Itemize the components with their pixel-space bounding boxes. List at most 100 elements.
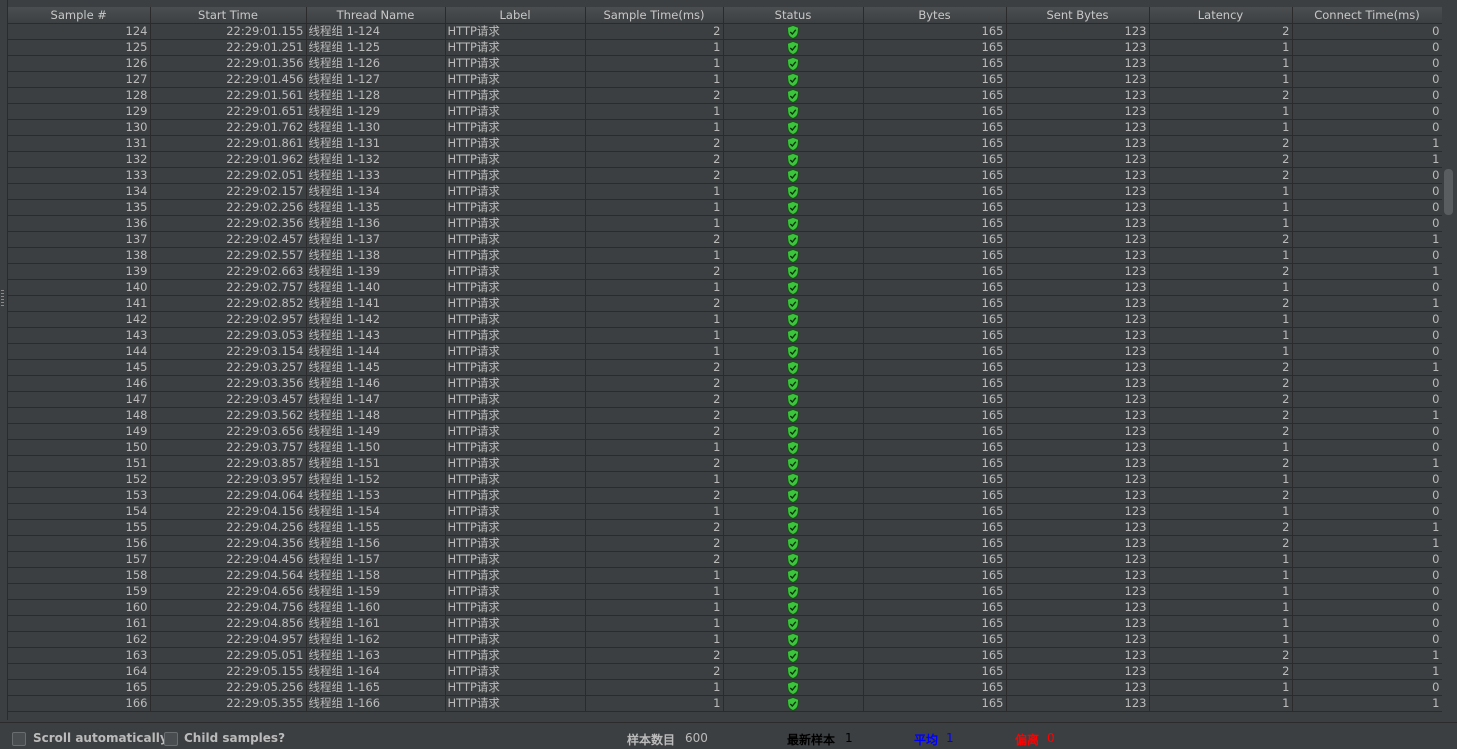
table-row[interactable]: 161 22:29:04.856 线程组 1-161 HTTP请求 1 165 123 1 0 [8,615,1442,632]
table-row[interactable]: 143 22:29:03.053 线程组 1-143 HTTP请求 1 165 123 1 0 [8,327,1442,344]
cell-bytes: 165 [863,599,1007,616]
cell-latency: 2 [1149,231,1293,248]
table-row[interactable]: 125 22:29:01.251 线程组 1-125 HTTP请求 1 165 123 1 0 [8,39,1442,56]
cell-sample-number: 142 [8,311,151,328]
col-header-thread-name[interactable]: Thread Name [306,7,446,24]
table-row[interactable]: 145 22:29:03.257 线程组 1-145 HTTP请求 2 165 123 2 1 [8,359,1442,376]
table-row[interactable]: 131 22:29:01.861 线程组 1-131 HTTP请求 2 165 123 2 1 [8,135,1442,152]
table-row[interactable]: 157 22:29:04.456 线程组 1-157 HTTP请求 2 165 123 1 0 [8,551,1442,568]
cell-bytes: 165 [863,119,1007,136]
child-samples-checkbox[interactable] [164,732,178,746]
cell-start-time: 22:29:02.663 [150,263,307,280]
cell-sent-bytes: 123 [1006,519,1150,536]
table-row[interactable]: 126 22:29:01.356 线程组 1-126 HTTP请求 1 165 123 1 0 [8,55,1442,72]
cell-status [723,471,864,488]
cell-start-time: 22:29:03.757 [150,439,307,456]
table-row[interactable]: 142 22:29:02.957 线程组 1-142 HTTP请求 1 165 123 1 0 [8,311,1442,328]
table-row[interactable]: 141 22:29:02.852 线程组 1-141 HTTP请求 2 165 123 2 1 [8,295,1442,312]
cell-start-time: 22:29:01.251 [150,39,307,56]
status-success-shield-icon [787,40,799,55]
vertical-scrollbar[interactable] [1442,7,1457,715]
table-row[interactable]: 129 22:29:01.651 线程组 1-129 HTTP请求 1 165 123 1 0 [8,103,1442,120]
status-success-shield-icon [787,136,799,151]
col-header-sample-number[interactable]: Sample # [8,7,151,24]
table-row[interactable]: 124 22:29:01.155 线程组 1-124 HTTP请求 2 165 123 2 0 [8,23,1442,40]
cell-start-time: 22:29:03.562 [150,407,307,424]
cell-status [723,551,864,568]
table-row[interactable]: 163 22:29:05.051 线程组 1-163 HTTP请求 2 165 123 2 1 [8,647,1442,664]
table-row[interactable]: 166 22:29:05.355 线程组 1-166 HTTP请求 1 165 123 1 1 [8,695,1442,712]
table-row[interactable]: 136 22:29:02.356 线程组 1-136 HTTP请求 1 165 123 1 0 [8,215,1442,232]
cell-connect-time: 1 [1292,231,1442,248]
cell-start-time: 22:29:01.861 [150,135,307,152]
cell-bytes: 165 [863,551,1007,568]
col-header-sent-bytes[interactable]: Sent Bytes [1006,7,1150,24]
table-row[interactable]: 144 22:29:03.154 线程组 1-144 HTTP请求 1 165 123 1 0 [8,343,1442,360]
cell-start-time: 22:29:01.651 [150,103,307,120]
table-row[interactable]: 158 22:29:04.564 线程组 1-158 HTTP请求 1 165 123 1 0 [8,567,1442,584]
cell-start-time: 22:29:02.457 [150,231,307,248]
cell-label: HTTP请求 [445,23,586,40]
col-header-status[interactable]: Status [723,7,864,24]
cell-status [723,663,864,680]
left-splitter-handle[interactable] [0,0,8,720]
col-header-bytes[interactable]: Bytes [863,7,1007,24]
table-row[interactable]: 149 22:29:03.656 线程组 1-149 HTTP请求 2 165 123 2 0 [8,423,1442,440]
cell-sample-time: 2 [585,455,724,472]
table-row[interactable]: 130 22:29:01.762 线程组 1-130 HTTP请求 1 165 123 1 0 [8,119,1442,136]
table-row[interactable]: 128 22:29:01.561 线程组 1-128 HTTP请求 2 165 123 2 0 [8,87,1442,104]
cell-connect-time: 0 [1292,343,1442,360]
table-row[interactable]: 156 22:29:04.356 线程组 1-156 HTTP请求 2 165 123 2 1 [8,535,1442,552]
status-success-shield-icon [787,472,799,487]
table-row[interactable]: 154 22:29:04.156 线程组 1-154 HTTP请求 1 165 123 1 0 [8,503,1442,520]
table-row[interactable]: 139 22:29:02.663 线程组 1-139 HTTP请求 2 165 123 2 1 [8,263,1442,280]
table-row[interactable]: 164 22:29:05.155 线程组 1-164 HTTP请求 2 165 123 2 1 [8,663,1442,680]
cell-bytes: 165 [863,391,1007,408]
table-row[interactable]: 155 22:29:04.256 线程组 1-155 HTTP请求 2 165 123 2 1 [8,519,1442,536]
cell-sample-time: 2 [585,135,724,152]
table-row[interactable]: 134 22:29:02.157 线程组 1-134 HTTP请求 1 165 123 1 0 [8,183,1442,200]
table-row[interactable]: 147 22:29:03.457 线程组 1-147 HTTP请求 2 165 123 2 0 [8,391,1442,408]
cell-thread-name: 线程组 1-132 [306,151,446,168]
cell-connect-time: 0 [1292,87,1442,104]
table-row[interactable]: 127 22:29:01.456 线程组 1-127 HTTP请求 1 165 123 1 0 [8,71,1442,88]
col-header-start-time[interactable]: Start Time [150,7,307,24]
scroll-automatically-checkbox[interactable] [12,732,26,746]
table-row[interactable]: 135 22:29:02.256 线程组 1-135 HTTP请求 1 165 123 1 0 [8,199,1442,216]
cell-sample-time: 1 [585,199,724,216]
cell-start-time: 22:29:03.857 [150,455,307,472]
cell-sample-number: 124 [8,23,151,40]
cell-sample-time: 1 [585,279,724,296]
cell-bytes: 165 [863,55,1007,72]
table-row[interactable]: 137 22:29:02.457 线程组 1-137 HTTP请求 2 165 123 2 1 [8,231,1442,248]
cell-latency: 1 [1149,327,1293,344]
table-row[interactable]: 151 22:29:03.857 线程组 1-151 HTTP请求 2 165 123 2 1 [8,455,1442,472]
cell-status [723,519,864,536]
footer-bar: Scroll automatically? Child samples? 样本数… [0,722,1457,749]
cell-sent-bytes: 123 [1006,39,1150,56]
table-row[interactable]: 146 22:29:03.356 线程组 1-146 HTTP请求 2 165 123 2 0 [8,375,1442,392]
table-row[interactable]: 159 22:29:04.656 线程组 1-159 HTTP请求 1 165 123 1 0 [8,583,1442,600]
table-row[interactable]: 140 22:29:02.757 线程组 1-140 HTTP请求 1 165 123 1 0 [8,279,1442,296]
cell-thread-name: 线程组 1-125 [306,39,446,56]
table-row[interactable]: 152 22:29:03.957 线程组 1-152 HTTP请求 1 165 123 1 0 [8,471,1442,488]
col-header-label[interactable]: Label [445,7,586,24]
status-success-shield-icon [787,600,799,615]
scrollbar-thumb[interactable] [1444,169,1453,215]
table-row[interactable]: 150 22:29:03.757 线程组 1-150 HTTP请求 1 165 123 1 0 [8,439,1442,456]
cell-latency: 1 [1149,679,1293,696]
col-header-connect-time[interactable]: Connect Time(ms) [1292,7,1442,24]
table-row[interactable]: 162 22:29:04.957 线程组 1-162 HTTP请求 1 165 123 1 0 [8,631,1442,648]
table-row[interactable]: 160 22:29:04.756 线程组 1-160 HTTP请求 1 165 123 1 0 [8,599,1442,616]
table-row[interactable]: 132 22:29:01.962 线程组 1-132 HTTP请求 2 165 123 2 1 [8,151,1442,168]
col-header-sample-time[interactable]: Sample Time(ms) [585,7,724,24]
table-row[interactable]: 165 22:29:05.256 线程组 1-165 HTTP请求 1 165 123 1 0 [8,679,1442,696]
col-header-latency[interactable]: Latency [1149,7,1293,24]
cell-latency: 1 [1149,215,1293,232]
cell-bytes: 165 [863,311,1007,328]
table-row[interactable]: 133 22:29:02.051 线程组 1-133 HTTP请求 2 165 123 2 0 [8,167,1442,184]
table-row[interactable]: 153 22:29:04.064 线程组 1-153 HTTP请求 2 165 123 2 0 [8,487,1442,504]
table-row[interactable]: 148 22:29:03.562 线程组 1-148 HTTP请求 2 165 123 2 1 [8,407,1442,424]
cell-sample-number: 140 [8,279,151,296]
table-row[interactable]: 138 22:29:02.557 线程组 1-138 HTTP请求 1 165 123 1 0 [8,247,1442,264]
